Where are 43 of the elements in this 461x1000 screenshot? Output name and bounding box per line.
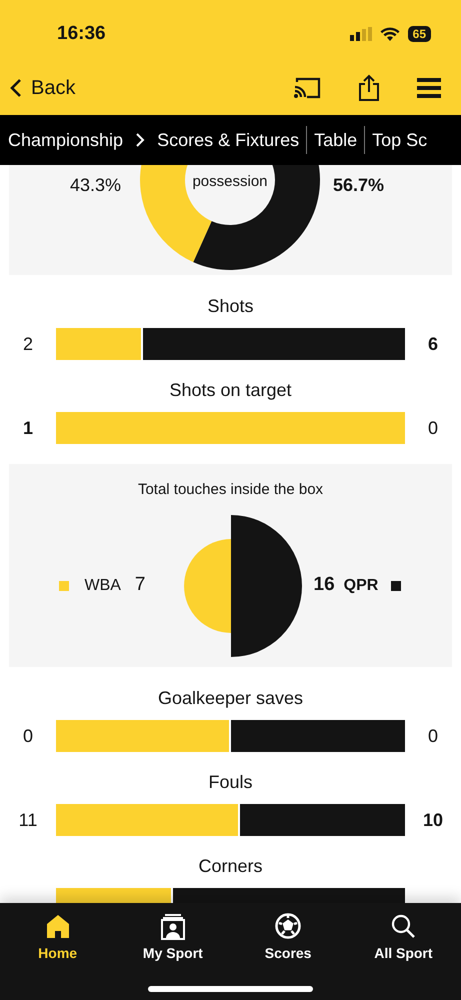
home-value: 0 [22,724,34,748]
stat-label: Shots on target [169,379,292,402]
tab-button[interactable]: All Sport [346,913,461,964]
nav-link[interactable]: Scores & Fixtures [157,126,300,154]
tab-button[interactable]: My Sport [115,913,230,964]
home-value: 2 [22,332,34,356]
team-name: QPR [344,576,378,596]
chart-title: possession [191,172,269,192]
home-value: 11 [18,808,38,832]
home-value: 7 [134,573,146,598]
chart-title: Total touches inside the box [138,480,324,500]
away-value: 6 [426,332,439,356]
menu-icon[interactable] [417,76,441,98]
clock-time: 16:36 [57,22,106,46]
stat-label: Goalkeeper saves [158,687,304,710]
signal-icon [350,27,372,41]
chevron-left-icon [10,78,22,98]
away-value: 0 [426,724,439,748]
breadcrumb-link[interactable]: Championship [8,126,124,154]
away-value: 0 [426,416,439,440]
tab-button[interactable]: Scores [230,913,346,964]
cast-icon[interactable] [293,76,321,98]
person-card-icon [160,913,186,940]
home-value: 1 [22,416,34,440]
away-value: 10 [422,808,444,832]
chevron-right-icon [135,132,146,148]
football-icon [275,913,302,940]
team-name: WBA [84,576,121,596]
share-icon[interactable] [357,74,381,102]
wifi-icon [380,27,400,41]
house-icon [44,913,71,940]
away-value: 16 [314,573,335,598]
home-possession: 43.3% [70,174,122,197]
away-possession: 56.7% [333,174,384,197]
nav-link[interactable]: Top Sc [372,126,428,154]
search-icon [390,913,416,940]
nav-link[interactable]: Table [314,126,358,154]
back-button[interactable]: Back [10,72,76,102]
stat-label: Fouls [208,771,252,794]
battery-icon: 65 [408,26,431,42]
tab-button[interactable]: Home [0,913,116,964]
stat-label: Shots [207,295,254,318]
stat-label: Corners [198,855,263,878]
